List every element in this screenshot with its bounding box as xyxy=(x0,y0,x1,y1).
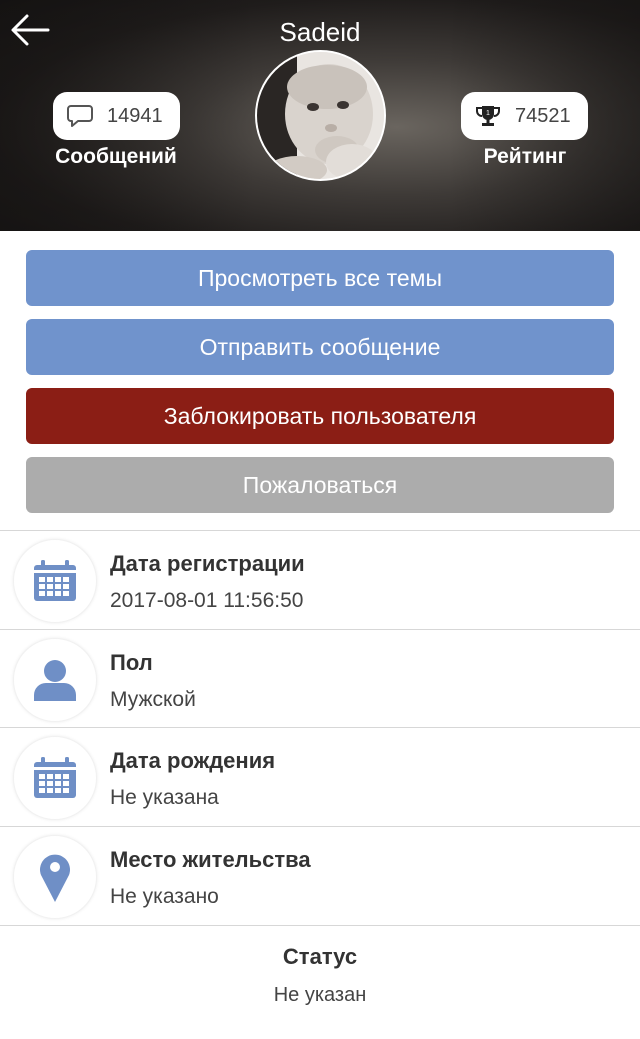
info-value: Не указано xyxy=(110,885,219,908)
location-pin-icon xyxy=(13,835,97,919)
rating-label: Рейтинг xyxy=(483,145,567,168)
block-user-button[interactable]: Заблокировать пользователя xyxy=(26,388,614,444)
profile-username: Sadeid xyxy=(279,17,361,47)
info-row-gender: Пол Мужской xyxy=(0,630,640,728)
info-value: Мужской xyxy=(110,688,196,711)
report-button[interactable]: Пожаловаться xyxy=(26,457,614,513)
rating-count: 74521 xyxy=(515,104,571,127)
status-value: Не указан xyxy=(273,984,367,1006)
send-message-button[interactable]: Отправить сообщение xyxy=(26,319,614,375)
info-title: Дата регистрации xyxy=(110,551,305,576)
trophy-icon: 1 xyxy=(473,101,503,131)
info-title: Дата рождения xyxy=(110,748,276,773)
status-title: Статус xyxy=(282,944,358,969)
info-row-birthdate: Дата рождения Не указана xyxy=(0,728,640,826)
info-row-location: Место жительства Не указано xyxy=(0,827,640,925)
person-icon xyxy=(13,638,97,722)
rating-stat[interactable]: 1 74521 xyxy=(461,92,588,140)
view-topics-button[interactable]: Просмотреть все темы xyxy=(26,250,614,306)
speech-bubble-icon xyxy=(65,101,95,131)
profile-header: Sadeid 14941 Сообщений 1 74521 Рейтинг xyxy=(0,0,640,231)
divider xyxy=(0,925,640,926)
messages-count: 14941 xyxy=(107,104,163,127)
info-title: Пол xyxy=(110,650,153,675)
calendar-icon xyxy=(13,736,97,820)
avatar[interactable] xyxy=(255,50,386,181)
messages-stat[interactable]: 14941 xyxy=(53,92,180,140)
messages-label: Сообщений xyxy=(55,145,177,168)
info-value: Не указана xyxy=(110,786,219,809)
info-row-registration: Дата регистрации 2017-08-01 11:56:50 xyxy=(0,531,640,629)
svg-text:1: 1 xyxy=(486,110,490,117)
info-value: 2017-08-01 11:56:50 xyxy=(110,589,304,612)
calendar-icon xyxy=(13,539,97,623)
info-title: Место жительства xyxy=(110,847,311,872)
